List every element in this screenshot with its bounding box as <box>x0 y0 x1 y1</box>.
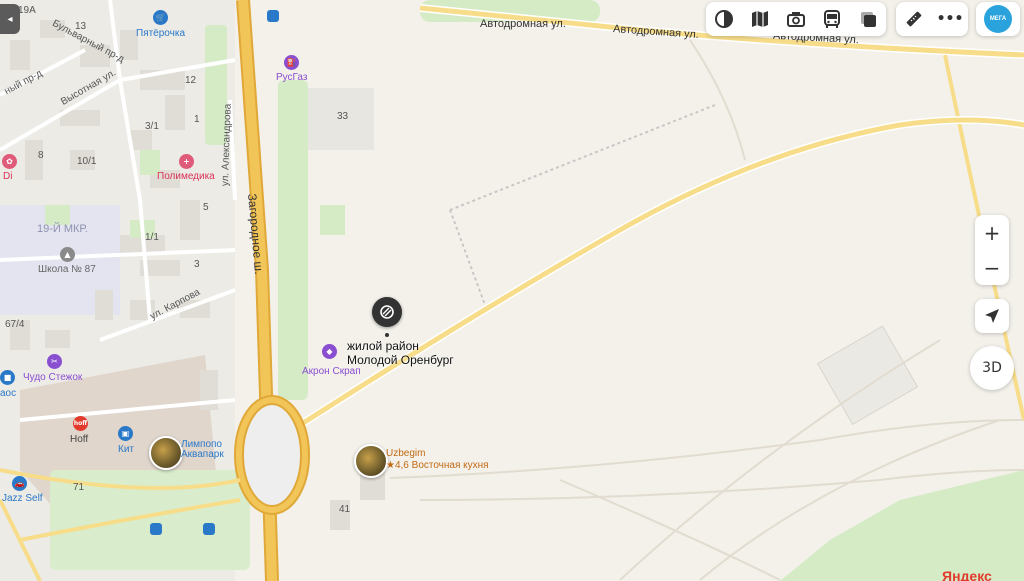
poi-limpopo[interactable]: Лимпопо Аквапарк <box>181 440 241 460</box>
house-number: 33 <box>337 111 349 122</box>
bus-stop-icon[interactable] <box>203 523 215 535</box>
map-canvas[interactable]: Яндекс <box>0 0 1024 581</box>
limpopo-photo-pin[interactable] <box>149 436 183 470</box>
zoom-out-button[interactable]: − <box>975 250 1009 285</box>
poi-aos[interactable]: аос <box>0 389 16 399</box>
house-number: 5 <box>203 202 209 213</box>
house-number: 71 <box>73 482 85 493</box>
sidebar-toggle-button[interactable]: ◂ <box>0 4 20 34</box>
poi-uzbegim-rating: ★4,6 Восточная кухня <box>386 460 489 471</box>
poi-jazz-self[interactable]: Jazz Self <box>2 494 43 504</box>
poi-akron-skrap[interactable]: Акрон Скрап <box>302 367 361 377</box>
3d-button[interactable]: 3D <box>970 346 1014 390</box>
geolocation-button[interactable] <box>975 299 1009 333</box>
poi-polimedika[interactable]: Полимедика <box>157 172 215 182</box>
panorama-icon[interactable] <box>778 2 814 36</box>
house-number: 12 <box>185 75 197 86</box>
marker-label-line1: жилой район <box>347 339 419 353</box>
house-number: 1/1 <box>145 232 159 243</box>
beauty-icon[interactable]: ✿ <box>2 154 17 169</box>
car-icon[interactable]: 🚗 <box>12 476 27 491</box>
house-number: 13 <box>75 21 87 32</box>
uzbegim-photo-pin[interactable] <box>354 444 388 478</box>
poi-hoff[interactable]: Hoff <box>70 435 88 445</box>
house-number: 67/4 <box>5 319 25 330</box>
yandex-watermark: Яндекс <box>942 568 992 581</box>
bus-stop-icon[interactable] <box>150 523 162 535</box>
transport-icon[interactable] <box>814 2 850 36</box>
bus-stop-icon[interactable] <box>267 10 279 22</box>
fuel-icon[interactable]: ⛽ <box>284 55 299 70</box>
district-marker-icon[interactable] <box>372 297 402 327</box>
house-number: 1 <box>194 114 200 125</box>
navigation-arrow-icon <box>985 309 999 323</box>
diagonal-road <box>297 116 1024 429</box>
ruler-icon[interactable] <box>896 2 932 36</box>
poi-pyaterochka[interactable]: Пятёрочка <box>136 29 185 39</box>
house-number: 8 <box>38 150 44 161</box>
house-number: 3/1 <box>145 121 159 132</box>
poi-school87[interactable]: Школа № 87 <box>38 265 96 275</box>
shopping-bag-icon[interactable]: ▣ <box>118 426 133 441</box>
road-label-avtodromnaya-1: Автодромная ул. <box>480 18 566 30</box>
medical-icon[interactable]: + <box>179 154 194 169</box>
mega-logo-icon: МЕГА <box>984 5 1012 33</box>
house-number: 19А <box>18 5 36 16</box>
map-toolbar <box>706 2 886 36</box>
tools-toolbar: ••• <box>896 2 968 36</box>
house-number: 10/1 <box>77 156 97 167</box>
poi-kit[interactable]: Кит <box>118 445 134 455</box>
more-icon[interactable]: ••• <box>932 2 968 36</box>
poi-uzbegim[interactable]: Uzbegim <box>386 449 425 459</box>
marker-label-line2: Молодой Оренбург <box>347 353 454 367</box>
poi-rusgaz[interactable]: РусГаз <box>276 73 307 83</box>
shop-icon[interactable]: 🛒 <box>153 10 168 25</box>
layers-icon[interactable] <box>706 2 742 36</box>
poi-di[interactable]: Di <box>3 172 12 182</box>
school-icon[interactable]: ▲ <box>60 247 75 262</box>
industry-icon[interactable]: ◆ <box>322 344 337 359</box>
hoff-logo-icon[interactable]: hoff <box>73 416 88 431</box>
map-mode-icon[interactable] <box>742 2 778 36</box>
poi-chudo-stezhok[interactable]: Чудо Стежок <box>23 373 82 383</box>
zoom-in-button[interactable]: + <box>975 215 1009 250</box>
house-number: 41 <box>339 504 351 515</box>
app-button[interactable]: МЕГА <box>976 2 1020 36</box>
marker-point <box>385 333 389 337</box>
district-label: 19-Й МКР. <box>37 223 88 235</box>
house-number: 3 <box>194 259 200 270</box>
shop-icon-2[interactable]: ■ <box>0 370 15 385</box>
overlay-icon[interactable] <box>850 2 886 36</box>
zoom-control: + − <box>975 215 1009 285</box>
service-icon[interactable]: ✂ <box>47 354 62 369</box>
